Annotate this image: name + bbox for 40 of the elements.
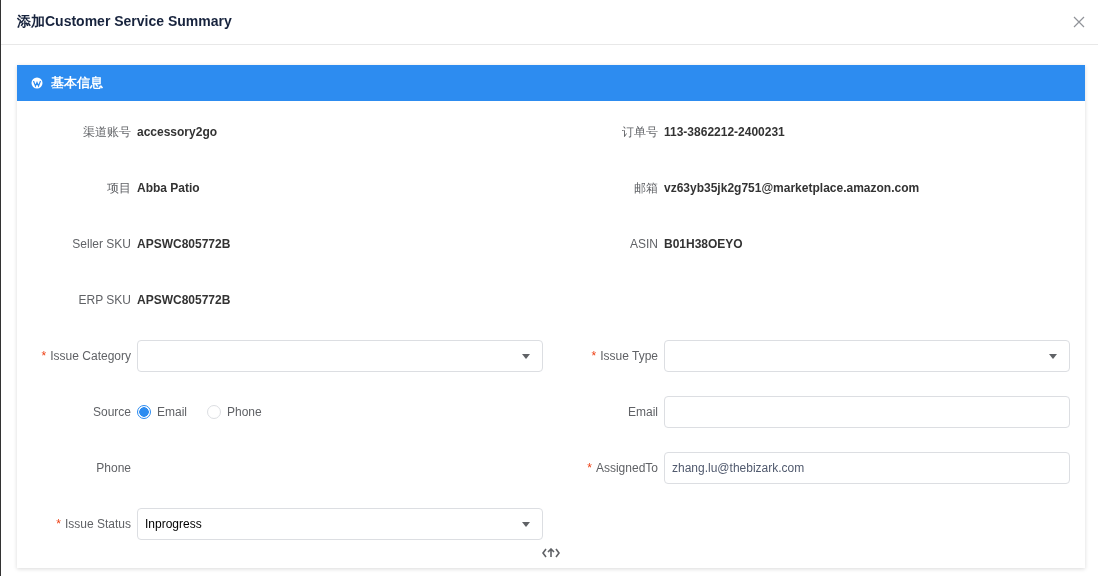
field-label: 订单号 bbox=[622, 123, 658, 141]
field-label: 邮箱 bbox=[634, 179, 658, 197]
field-value: B01H38OEYO bbox=[664, 237, 743, 251]
caret-icon bbox=[522, 353, 530, 359]
field-value: vz63yb35jk2g751@marketplace.amazon.com bbox=[664, 181, 920, 195]
required-asterisk: * bbox=[591, 349, 597, 363]
required-asterisk: * bbox=[56, 517, 61, 531]
field-value: APSWC805772B bbox=[137, 237, 231, 251]
field-label: Source bbox=[92, 405, 131, 419]
close-icon[interactable] bbox=[1073, 16, 1085, 28]
input-field[interactable]: zhang.lu@thebizark.com bbox=[664, 452, 1070, 484]
field-label: 渠道账号 bbox=[83, 123, 131, 141]
field-label: Email bbox=[628, 405, 658, 419]
field-label: ASIN bbox=[630, 237, 658, 251]
dialog-title: 添加Customer Service Summary bbox=[17, 13, 232, 31]
caret-icon bbox=[1049, 353, 1057, 359]
input-field[interactable] bbox=[664, 396, 1070, 428]
radio-option[interactable]: Email bbox=[137, 405, 187, 419]
field-label: Issue Type bbox=[600, 349, 658, 363]
field-value: APSWC805772B bbox=[137, 293, 231, 307]
field-label: Issue Status bbox=[64, 517, 131, 531]
field-label: 项目 bbox=[107, 179, 131, 197]
field-label: AssignedTo bbox=[595, 461, 658, 475]
field-value: Abba Patio bbox=[137, 181, 200, 195]
collapse-icon[interactable] bbox=[542, 548, 560, 558]
select-field[interactable] bbox=[137, 340, 543, 372]
select-field[interactable]: Inprogress bbox=[137, 508, 543, 540]
section-title: 基本信息 bbox=[51, 74, 103, 92]
logo-icon bbox=[31, 77, 43, 89]
caret-icon bbox=[522, 521, 530, 527]
required-asterisk: * bbox=[587, 461, 592, 475]
field-value: accessory2go bbox=[137, 125, 218, 139]
select-field[interactable] bbox=[664, 340, 1070, 372]
field-label: ERP SKU bbox=[78, 293, 131, 307]
field-label: Issue Category bbox=[50, 349, 131, 363]
field-label: Seller SKU bbox=[72, 237, 131, 251]
radio-option[interactable]: Phone bbox=[207, 405, 262, 419]
required-asterisk: * bbox=[41, 349, 47, 363]
field-value: 113-3862212-2400231 bbox=[664, 125, 785, 139]
field-label: Phone bbox=[96, 461, 131, 475]
